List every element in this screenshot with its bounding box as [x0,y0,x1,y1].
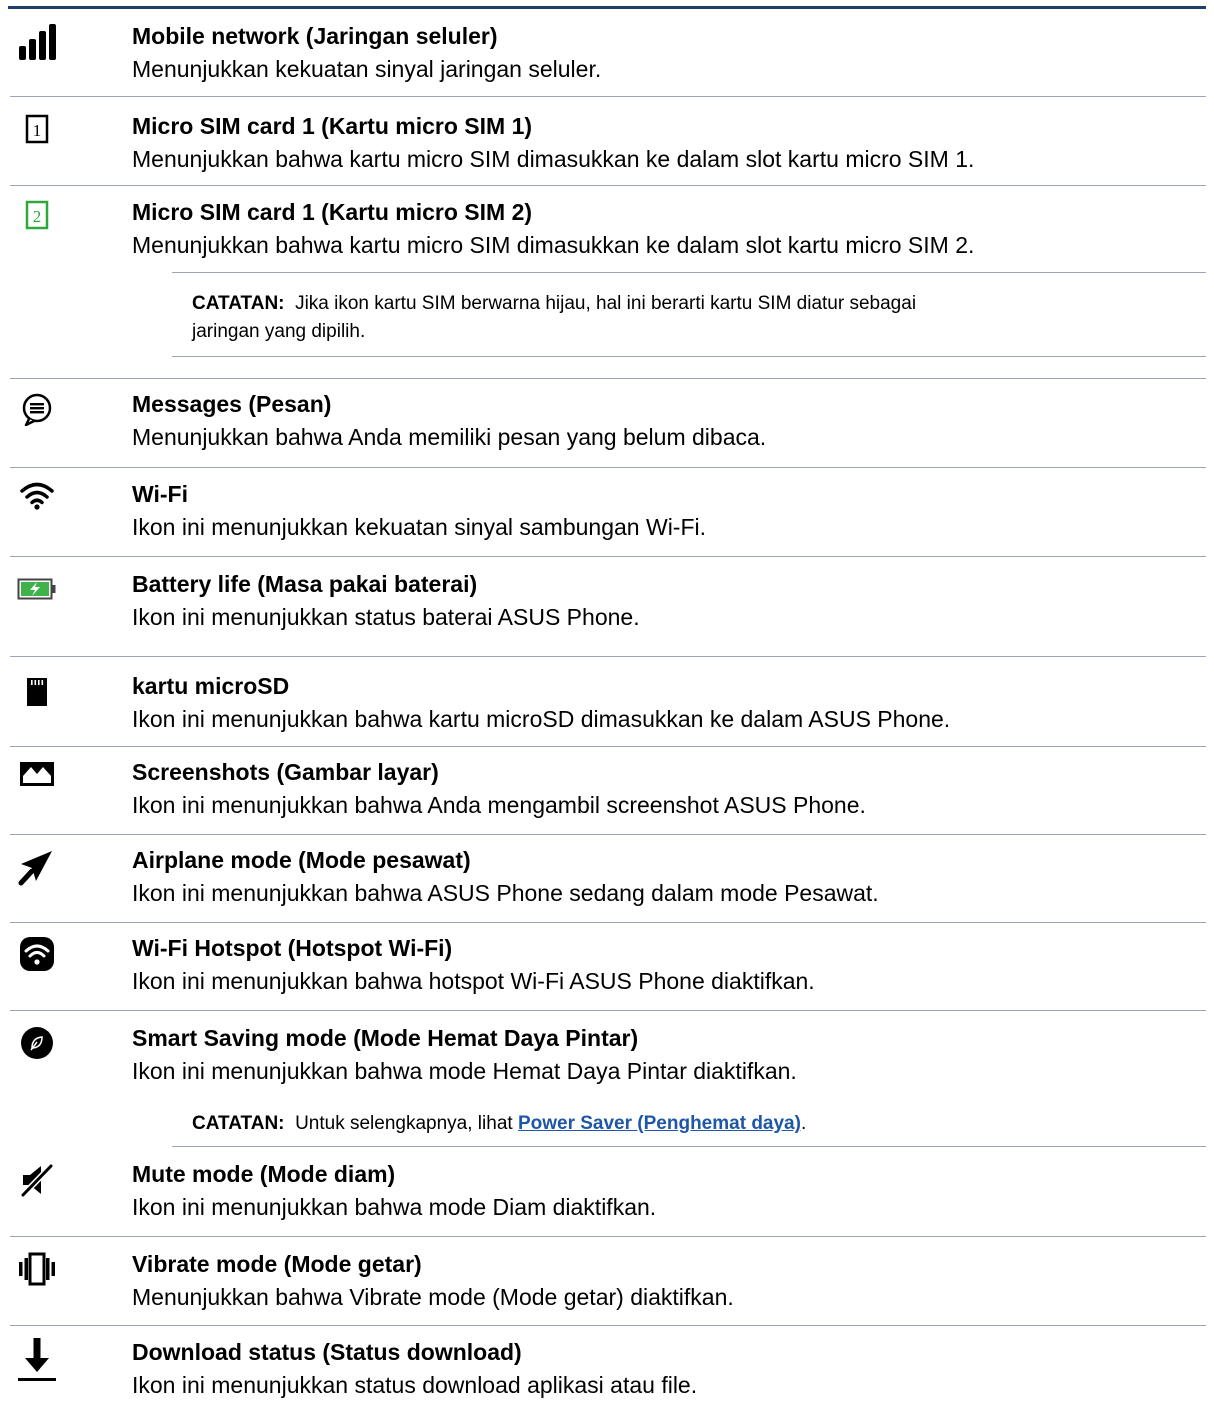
note-label: CATATAN: [192,293,285,314]
airplane-icon [10,848,64,886]
sim-card-1-icon: 1 [10,114,64,144]
separator [10,96,1206,97]
item-title: Download status (Status download) [132,1339,522,1365]
separator [10,1325,1206,1326]
separator [10,185,1206,186]
item-title: Messages (Pesan) [132,391,332,417]
item-description: Ikon ini menunjukkan bahwa mode Diam dia… [132,1194,657,1220]
sim-card-2-icon: 2 [10,200,64,230]
separator [10,922,1206,923]
note-power-saver: CATATAN: Untuk selengkapnya, lihat Power… [172,1098,1206,1148]
note-text: Jika ikon kartu SIM berwarna hijau, hal … [295,293,917,314]
note-text-continued: jaringan yang dipilih. [192,321,366,342]
wifi-hotspot-icon [10,936,64,972]
screenshot-image-icon [10,762,64,786]
item-description: Menunjukkan bahwa Vibrate mode (Mode get… [132,1284,734,1310]
item-title: Wi-Fi Hotspot (Hotspot Wi-Fi) [132,935,453,961]
item-title: Smart Saving mode (Mode Hemat Daya Pinta… [132,1025,639,1051]
separator [10,746,1206,747]
mute-icon [10,1162,64,1198]
top-rule [8,6,1206,9]
item-description: Ikon ini menunjukkan bahwa ASUS Phone se… [132,880,879,906]
separator [10,1010,1206,1011]
item-title: Micro SIM card 1 (Kartu micro SIM 1) [132,113,533,139]
wifi-icon [10,480,64,510]
separator [10,1236,1206,1237]
item-description: Ikon ini menunjukkan kekuatan sinyal sam… [132,514,707,540]
item-title: Mute mode (Mode diam) [132,1161,396,1187]
separator [10,834,1206,835]
item-title: Wi-Fi [132,481,188,507]
battery-icon [10,578,64,600]
separator [10,378,1206,379]
note-sim-color: CATATAN: Jika ikon kartu SIM berwarna hi… [172,272,1206,358]
item-description: Ikon ini menunjukkan status baterai ASUS… [132,604,640,630]
item-description: Ikon ini menunjukkan bahwa hotspot Wi-Fi… [132,968,815,994]
item-title: Screenshots (Gambar layar) [132,759,439,785]
power-saver-link[interactable]: Power Saver (Penghemat daya) [518,1113,801,1134]
item-title: Airplane mode (Mode pesawat) [132,847,471,873]
svg-text:2: 2 [33,207,42,226]
item-description: Ikon ini menunjukkan bahwa mode Hemat Da… [132,1058,797,1084]
item-description: Menunjukkan bahwa kartu micro SIM dimasu… [132,232,975,258]
item-description: Ikon ini menunjukkan bahwa kartu microSD… [132,706,951,732]
separator [10,656,1206,657]
microsd-card-icon [10,676,64,708]
svg-text:1: 1 [33,121,42,140]
note-label: CATATAN: [192,1113,285,1134]
item-description: Ikon ini menunjukkan status download apl… [132,1372,698,1398]
item-title: Battery life (Masa pakai baterai) [132,571,478,597]
item-description: Menunjukkan kekuatan sinyal jaringan sel… [132,56,602,82]
item-title: kartu microSD [132,673,290,699]
item-description: Menunjukkan bahwa Anda memiliki pesan ya… [132,424,767,450]
signal-bars-icon [10,22,64,62]
note-text: Untuk selengkapnya, lihat [295,1113,513,1134]
note-period: . [800,1113,807,1134]
item-title: Vibrate mode (Mode getar) [132,1251,422,1277]
vibrate-icon [10,1252,64,1286]
separator [10,556,1206,557]
item-description: Menunjukkan bahwa kartu micro SIM dimasu… [132,146,975,172]
item-title: Mobile network (Jaringan seluler) [132,23,498,49]
separator [10,467,1206,468]
item-title: Micro SIM card 1 (Kartu micro SIM 2) [132,199,533,225]
message-bubble-icon [10,392,64,426]
item-description: Ikon ini menunjukkan bahwa Anda mengambi… [132,792,866,818]
download-arrow-icon [10,1338,64,1382]
leaf-circle-icon [10,1026,64,1060]
